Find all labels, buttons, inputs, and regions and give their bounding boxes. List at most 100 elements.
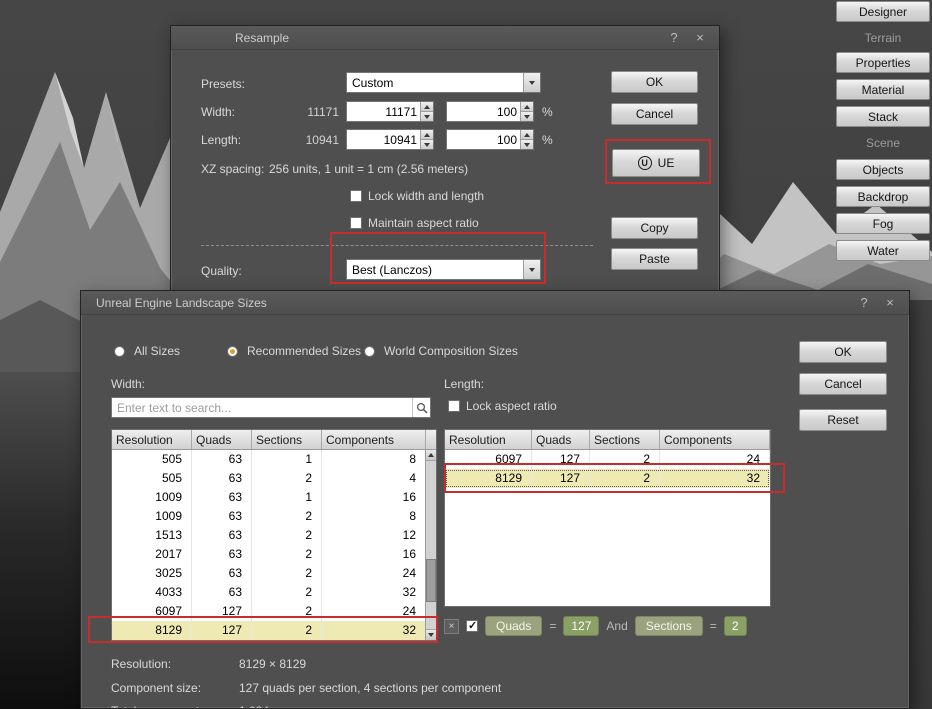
column-header[interactable]: Quads [532,430,590,449]
scrollbar-down-icon[interactable] [426,629,436,640]
sidebar-button-water[interactable]: Water [836,240,930,261]
chevron-down-icon[interactable] [523,73,540,92]
radio-button[interactable] [227,345,238,357]
scrollbar[interactable] [425,450,436,640]
ue-export-button[interactable]: U UE [612,149,700,177]
xz-spacing-label: XZ spacing: [201,162,265,176]
table-row[interactable]: 8129 127 2 32 [445,469,770,488]
radio-world-composition-sizes[interactable]: World Composition Sizes [364,344,518,358]
spinner-down-icon[interactable] [421,111,433,121]
length-units-input[interactable] [347,130,420,149]
filter-field-chip[interactable]: Quads [485,616,543,636]
sidebar-button-backdrop[interactable]: Backdrop [836,186,930,207]
radio-button[interactable] [114,345,125,357]
cancel-button[interactable]: Cancel [611,103,698,125]
column-header[interactable]: Components [322,430,426,449]
spinner-up-icon[interactable] [521,102,533,111]
radio-all-sizes[interactable]: All Sizes [114,344,180,358]
landscape-dialog-titlebar[interactable]: Unreal Engine Landscape Sizes ? × [81,291,909,315]
component-size-label: Component size: [111,681,202,695]
column-header[interactable]: Resolution [112,430,192,449]
clear-filter-button[interactable]: × [444,618,459,634]
table-cell: 24 [322,564,426,583]
search-input[interactable] [112,400,412,415]
table-cell: 1009 [112,488,192,507]
resample-dialog-titlebar[interactable]: Resample ? × [171,26,719,50]
paste-button[interactable]: Paste [611,248,698,270]
column-header[interactable]: Sections [252,430,322,449]
help-icon[interactable]: ? [851,295,877,310]
copy-button[interactable]: Copy [611,217,698,239]
lock-width-length-label: Lock width and length [368,189,485,203]
filter-value-chip[interactable]: 127 [563,616,600,636]
spinner-arrows[interactable] [420,130,433,149]
radio-label: All Sizes [134,344,181,358]
length-percent-sign: % [542,133,553,147]
table-row[interactable]: 6097 127 2 24 [112,602,436,621]
sidebar-button-designer[interactable]: Designer [836,1,930,22]
spinner-up-icon[interactable] [421,130,433,139]
lock-width-length-checkbox[interactable] [350,190,362,202]
width-percent-input[interactable] [447,102,520,121]
spinner-up-icon[interactable] [521,130,533,139]
lock-aspect-ratio-checkbox[interactable] [448,400,460,412]
spinner-arrows[interactable] [420,102,433,121]
width-percent-spinbox [446,101,534,122]
cancel-button[interactable]: Cancel [799,373,887,395]
quality-combobox[interactable]: Best (Lanczos) [346,259,541,280]
help-icon[interactable]: ? [661,30,687,45]
spinner-up-icon[interactable] [421,102,433,111]
sidebar-button-material[interactable]: Material [836,79,930,100]
table-row[interactable]: 2017 63 2 16 [112,545,436,564]
table-row[interactable]: 505 63 2 4 [112,469,436,488]
table-row[interactable]: 1513 63 2 12 [112,526,436,545]
reset-button[interactable]: Reset [799,409,887,431]
table-row[interactable]: 505 63 1 8 [112,450,436,469]
table-cell: 1513 [112,526,192,545]
table-cell: 2017 [112,545,192,564]
table-cell: 12 [322,526,426,545]
chevron-down-icon[interactable] [523,260,540,279]
table-row[interactable]: 4033 63 2 32 [112,583,436,602]
width-units-input[interactable] [347,102,420,121]
scrollbar-up-icon[interactable] [426,450,436,461]
column-header[interactable]: Components [660,430,770,449]
spinner-down-icon[interactable] [421,139,433,149]
table-cell: 2 [252,621,322,640]
table-row[interactable]: 1009 63 1 16 [112,488,436,507]
scrollbar-thumb[interactable] [426,559,436,602]
spinner-arrows[interactable] [520,130,533,149]
table-row[interactable]: 8129 127 2 32 [112,621,436,640]
filter-enabled-checkbox[interactable] [466,619,478,632]
radio-button[interactable] [364,345,375,357]
spinner-down-icon[interactable] [521,111,533,121]
spinner-down-icon[interactable] [521,139,533,149]
filter-field-chip[interactable]: Sections [634,616,703,636]
unreal-logo-icon: U [637,156,652,170]
table-row[interactable]: 3025 63 2 24 [112,564,436,583]
ok-button[interactable]: OK [611,71,698,93]
column-header[interactable]: Quads [192,430,252,449]
sidebar-button-properties[interactable]: Properties [836,52,930,73]
spinner-arrows[interactable] [520,102,533,121]
filter-value-chip[interactable]: 2 [723,616,747,636]
length-label: Length: [201,133,242,147]
radio-recommended-sizes[interactable]: Recommended Sizes [227,344,361,358]
ok-button[interactable]: OK [799,341,887,363]
close-icon[interactable]: × [877,295,903,310]
maintain-aspect-checkbox[interactable] [350,217,362,229]
close-icon[interactable]: × [687,30,713,45]
table-row[interactable]: 6097 127 2 24 [445,450,770,469]
sidebar-section-scene: Scene [865,136,901,150]
search-icon[interactable] [412,398,430,417]
sidebar-button-fog[interactable]: Fog [836,213,930,234]
table-cell: 32 [322,621,426,640]
sidebar-button-objects[interactable]: Objects [836,159,930,180]
sidebar-button-stack[interactable]: Stack [836,106,930,127]
presets-combobox[interactable]: Custom [346,72,541,93]
length-percent-input[interactable] [447,130,520,149]
column-header[interactable]: Resolution [445,430,532,449]
table-row[interactable]: 1009 63 2 8 [112,507,436,526]
column-header[interactable]: Sections [590,430,660,449]
table-cell: 8129 [112,621,192,640]
